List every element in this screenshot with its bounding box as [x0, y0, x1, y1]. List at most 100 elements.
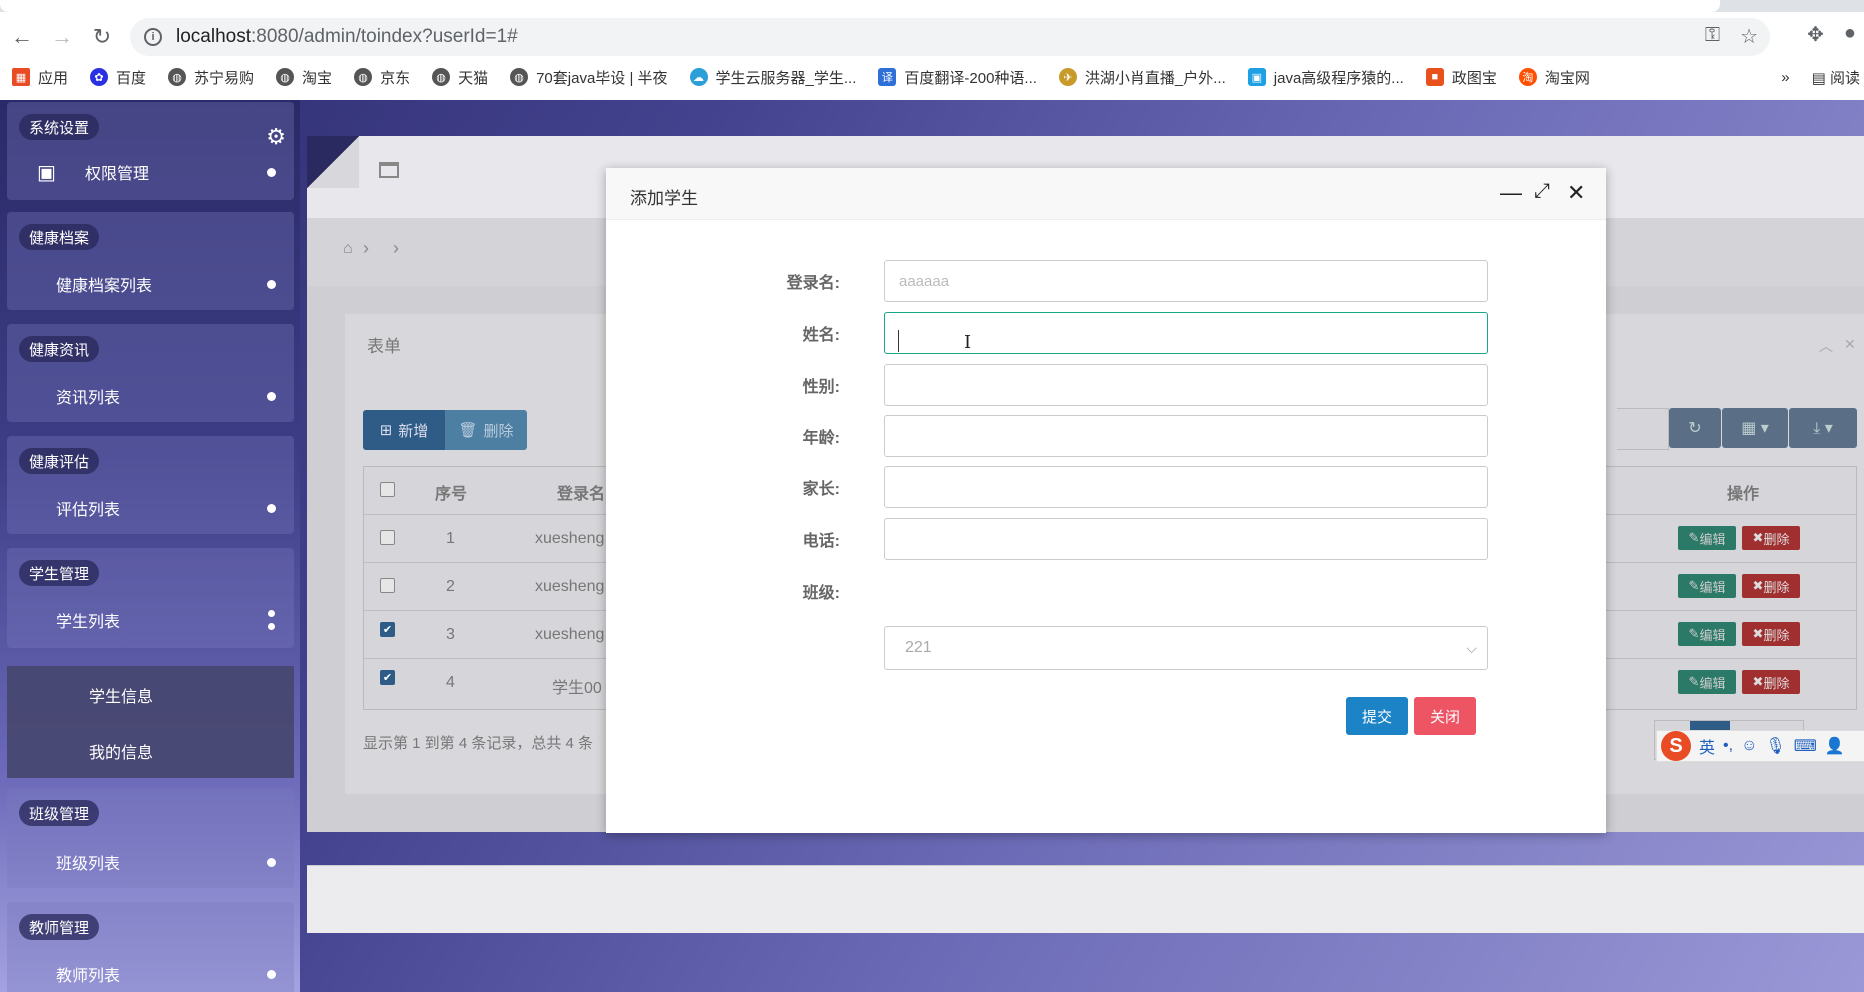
bookmark-cloud[interactable]: ☁ 学生云服务器_学生...: [689, 67, 856, 88]
columns-button[interactable]: ▦ ▾: [1722, 408, 1788, 448]
reload-icon[interactable]: ↻: [84, 19, 120, 55]
export-button[interactable]: ⤓ ▾: [1789, 408, 1857, 448]
bookmark-taobao[interactable]: ◍ 淘宝: [276, 67, 332, 88]
x-icon: ✖: [1752, 578, 1764, 593]
sidebar-item-teacher-list[interactable]: 教师列表: [7, 954, 294, 992]
remove-button[interactable]: ✖ 删除: [1742, 670, 1800, 694]
keyboard-icon[interactable]: ⌨: [1794, 736, 1817, 756]
info-icon[interactable]: i: [144, 28, 162, 46]
close-button[interactable]: 关闭: [1414, 697, 1476, 735]
baidu-paw-icon: ✿: [90, 68, 109, 86]
ime-toolbar[interactable]: S 英 •, ☺ 🎙 ⌨ 👤: [1656, 730, 1864, 762]
edit-button[interactable]: ✎ 编辑: [1678, 622, 1736, 646]
bookmark-jd[interactable]: ◍ 京东: [354, 67, 410, 88]
submit-button[interactable]: 提交: [1346, 697, 1408, 735]
add-button[interactable]: ⊞ 新增: [363, 410, 445, 450]
back-icon[interactable]: ←: [4, 19, 40, 55]
gear-icon[interactable]: ⚙: [266, 124, 286, 150]
sidebar-subitem-my-info[interactable]: 我的信息: [89, 739, 153, 763]
bookmark-star-icon[interactable]: ☆: [1740, 24, 1758, 49]
url-text[interactable]: localhost:8080/admin/toindex?userId=1#: [176, 26, 518, 48]
field-label-class: 班级:: [802, 585, 840, 602]
globe-icon: ◍: [168, 68, 187, 86]
plus-square-icon: ⊞: [379, 422, 393, 439]
sidebar-item-label: 评估列表: [56, 502, 121, 519]
microphone-icon[interactable]: 🎙: [1765, 736, 1785, 756]
remove-button[interactable]: ✖ 删除: [1742, 526, 1800, 550]
ime-mode[interactable]: 英: [1699, 734, 1715, 758]
bookmark-tmall[interactable]: ◍ 天猫: [432, 67, 488, 88]
parent-input[interactable]: [884, 466, 1488, 508]
refresh-button[interactable]: ↻: [1669, 408, 1721, 448]
sidebar-item-student-list[interactable]: 学生列表: [7, 600, 294, 640]
delete-button[interactable]: 🗑 删除: [445, 410, 527, 450]
edit-button[interactable]: ✎ 编辑: [1678, 526, 1736, 550]
row-checkbox[interactable]: [380, 578, 395, 593]
bookmark-taobaowang[interactable]: 淘淘宝网: [1518, 67, 1590, 88]
row-checkbox[interactable]: [380, 530, 395, 545]
dialog-header[interactable]: 添加学生 — ⤢ ✕: [606, 168, 1606, 220]
minimize-icon[interactable]: —: [1500, 180, 1522, 206]
select-all-checkbox[interactable]: [380, 482, 395, 497]
age-input[interactable]: [884, 415, 1488, 457]
row-checkbox-checked[interactable]: ✔: [380, 622, 395, 637]
bookmark-live[interactable]: ✈ 洪湖小肖直播_户外...: [1058, 67, 1226, 88]
reading-list[interactable]: ▤ 阅读: [1812, 67, 1860, 88]
remove-button[interactable]: ✖ 删除: [1742, 622, 1800, 646]
edit-button[interactable]: ✎ 编辑: [1678, 574, 1736, 598]
sidebar-toggle[interactable]: [307, 136, 359, 188]
bookmarks-more-icon[interactable]: »: [1781, 69, 1789, 86]
edit-button[interactable]: ✎ 编辑: [1678, 670, 1736, 694]
home-icon[interactable]: ⌂: [343, 240, 353, 258]
address-bar[interactable]: i localhost:8080/admin/toindex?userId=1#…: [130, 18, 1770, 56]
column-header[interactable]: 操作: [1727, 480, 1759, 504]
login-name-input[interactable]: [884, 260, 1488, 302]
column-header[interactable]: 序号: [435, 480, 467, 504]
gender-input[interactable]: [884, 364, 1488, 406]
close-icon[interactable]: ✕: [1567, 180, 1585, 206]
sidebar-item-class-list[interactable]: 班级列表: [7, 842, 294, 882]
bookmark-translate[interactable]: 译百度翻译-200种语...: [878, 67, 1037, 88]
active-tab[interactable]: [0, 0, 1720, 12]
forward-icon[interactable]: →: [44, 19, 80, 55]
sidebar-item-news-list[interactable]: 资讯列表: [7, 376, 294, 416]
punctuation-icon[interactable]: •,: [1723, 737, 1733, 755]
close-panel-icon[interactable]: ✕: [1844, 336, 1856, 353]
search-input[interactable]: [1617, 408, 1669, 450]
profile-icon[interactable]: ●: [1844, 22, 1856, 47]
add-student-dialog: 添加学生 — ⤢ ✕ 登录名: 姓名: I 性别: 年龄: 家长: 电话: 班级…: [606, 168, 1606, 833]
cloud-icon: ☁: [689, 68, 708, 86]
check-icon: ✔: [382, 672, 393, 684]
sidebar-item-assessment-list[interactable]: 评估列表: [7, 488, 294, 528]
dialog-title: 添加学生: [630, 189, 698, 208]
class-select[interactable]: 221 ⌵: [884, 626, 1488, 670]
bookmark-baidu[interactable]: ✿ 百度: [90, 67, 146, 88]
x-icon: ✖: [1752, 530, 1764, 545]
bookmark-zhengtubao[interactable]: ■ 政图宝: [1425, 67, 1497, 88]
sidebar-item-health-record-list[interactable]: 健康档案列表: [7, 264, 294, 304]
bookmark-bilibili[interactable]: ▣ java高级程序猿的...: [1247, 67, 1404, 88]
maximize-icon[interactable]: ⤢: [1534, 180, 1550, 203]
sidebar: 系统设置 ⚙ ▣ 权限管理 健康档案 健康档案列表 健康资讯 资讯列表 健康评估: [0, 100, 300, 992]
field-label-name: 姓名:: [802, 327, 840, 344]
bookmark-suning[interactable]: ◍ 苏宁易购: [168, 67, 254, 88]
emoji-icon[interactable]: ☺: [1741, 737, 1757, 755]
bookmark-70sets[interactable]: ◍ 70套java毕设 | 半夜: [510, 67, 668, 88]
user-icon[interactable]: 👤: [1825, 736, 1845, 756]
phone-input[interactable]: [884, 518, 1488, 560]
edit-icon: ✎: [1688, 578, 1700, 593]
row-checkbox-checked[interactable]: ✔: [380, 670, 395, 685]
remove-button[interactable]: ✖ 删除: [1742, 574, 1800, 598]
sidebar-item-permissions[interactable]: ▣ 权限管理: [7, 152, 294, 192]
id-card-icon: ▣: [37, 161, 56, 184]
extensions-icon[interactable]: ✥: [1807, 22, 1824, 47]
remove-label: 删除: [1763, 675, 1790, 691]
column-header[interactable]: 登录名: [557, 480, 605, 504]
sidebar-subitem-student-info[interactable]: 学生信息: [89, 683, 153, 707]
key-icon[interactable]: ⚿: [1705, 24, 1720, 49]
collapse-icon[interactable]: ︿: [1819, 336, 1833, 356]
bookmark-label: 百度翻译-200种语...: [904, 69, 1037, 87]
bookmark-apps[interactable]: ▦ 应用: [12, 67, 68, 88]
window-icon[interactable]: [379, 162, 399, 178]
name-input[interactable]: [884, 312, 1488, 354]
